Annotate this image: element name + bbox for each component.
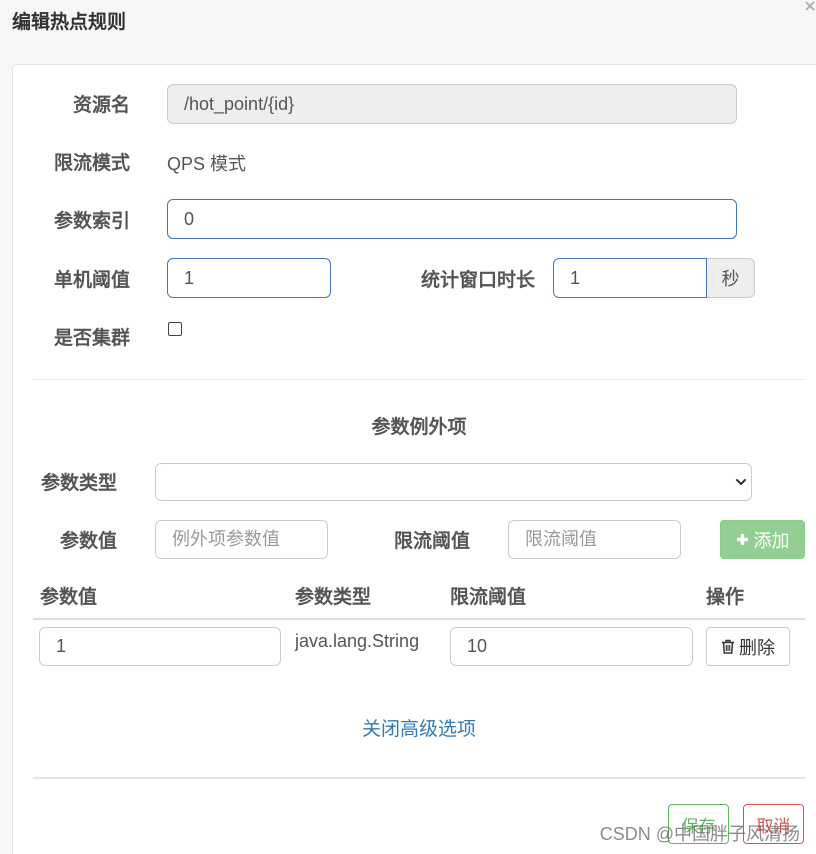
save-button[interactable]: 保存 — [668, 804, 729, 844]
divider — [33, 379, 805, 380]
exception-limit-label: 限流阈值 — [393, 531, 470, 552]
footer-divider — [33, 777, 805, 779]
add-exception-button[interactable]: 添加 — [720, 520, 805, 559]
resource-input — [167, 84, 737, 124]
threshold-label: 单机阈值 — [53, 270, 130, 291]
exception-type-label: 参数类型 — [40, 473, 117, 494]
delete-row-label: 删除 — [739, 637, 775, 658]
mode-value: QPS 模式 — [167, 154, 247, 174]
table-row-limit-input[interactable] — [450, 627, 693, 666]
plus-icon — [736, 534, 748, 545]
trash-icon — [722, 639, 734, 654]
table-header-value: 参数值 — [40, 587, 98, 608]
window-input[interactable] — [553, 258, 707, 298]
delete-row-button[interactable]: 删除 — [706, 627, 790, 666]
exception-value-input[interactable] — [155, 520, 328, 559]
exception-limit-input[interactable] — [508, 520, 681, 559]
cluster-checkbox[interactable] — [168, 322, 182, 336]
window-label: 统计窗口时长 — [420, 270, 535, 291]
table-row-type: java.lang.String — [295, 631, 420, 651]
add-exception-label: 添加 — [753, 530, 790, 551]
table-row-value-input[interactable] — [39, 627, 281, 666]
close-advanced-options-link[interactable]: 关闭高级选项 — [33, 717, 805, 743]
dialog-title: 编辑热点规则 — [12, 12, 127, 33]
table-header-actions: 操作 — [706, 587, 745, 608]
threshold-input[interactable] — [167, 258, 331, 298]
exception-type-select[interactable] — [155, 463, 752, 501]
cluster-label: 是否集群 — [53, 328, 130, 349]
table-header-divider — [33, 618, 805, 620]
exceptions-heading: 参数例外项 — [371, 417, 467, 438]
table-header-type: 参数类型 — [295, 587, 372, 608]
resource-label: 资源名 — [72, 95, 130, 116]
mode-label: 限流模式 — [53, 153, 130, 174]
param-index-input[interactable] — [167, 199, 737, 239]
close-icon[interactable] — [805, 1, 815, 11]
table-header-limit: 限流阈值 — [450, 587, 527, 608]
param-index-label: 参数索引 — [53, 211, 130, 232]
exception-value-label: 参数值 — [59, 531, 117, 552]
cancel-button[interactable]: 取消 — [743, 804, 804, 844]
window-unit-addon: 秒 — [707, 258, 755, 298]
